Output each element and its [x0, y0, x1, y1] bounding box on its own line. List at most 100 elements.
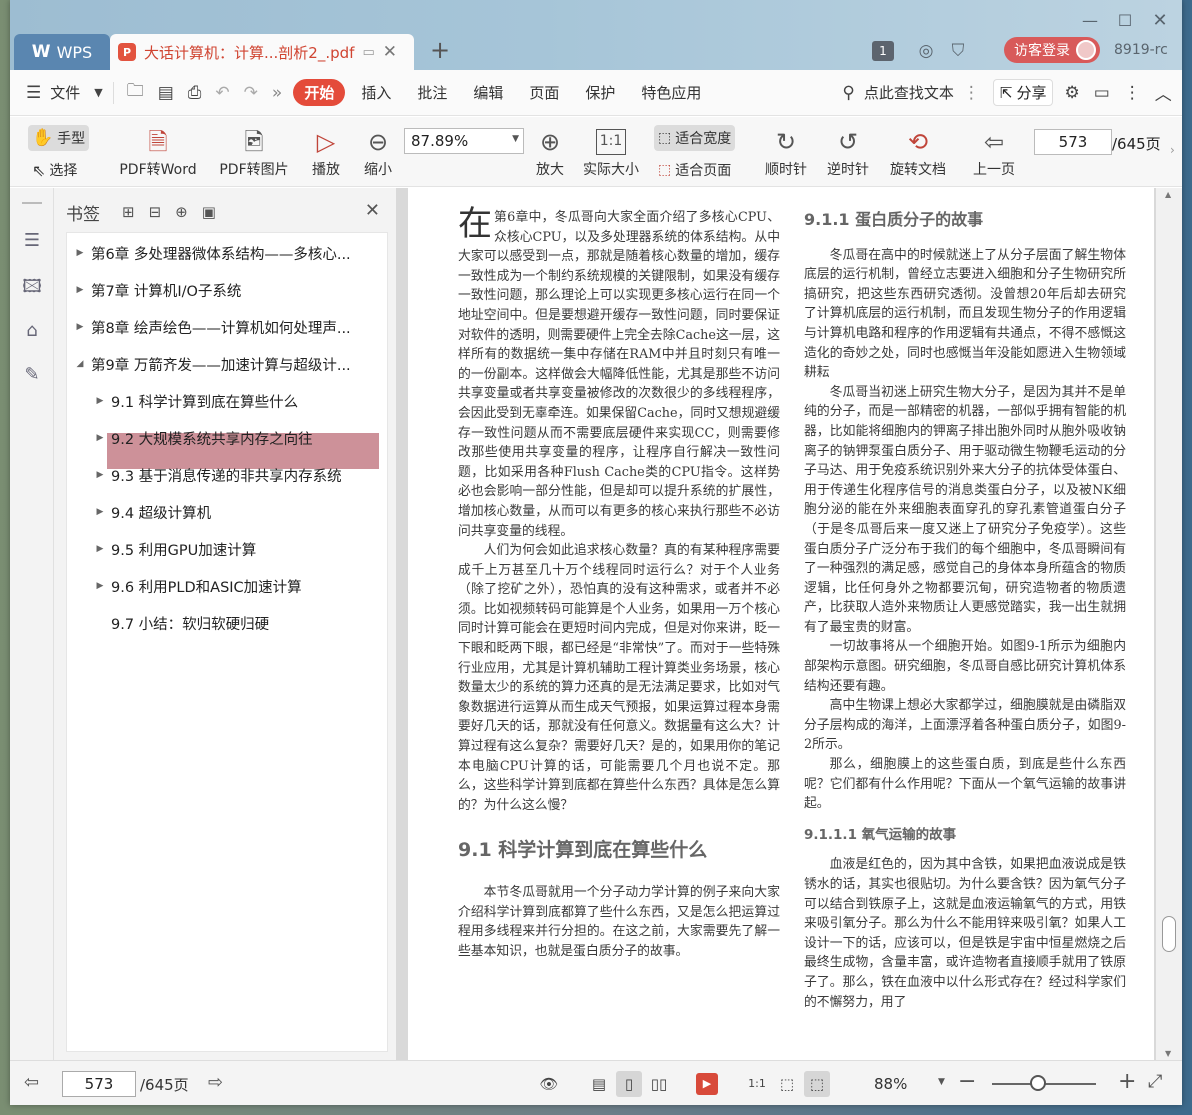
expand-arrow-icon[interactable]: ▶ — [89, 581, 111, 591]
tab-document[interactable]: P 大话计算机：计算...剖析2_.pdf ▭ ✕ — [110, 34, 414, 70]
scroll-thumb[interactable] — [1162, 916, 1176, 952]
vertical-scrollbar[interactable]: ▲ ▼ — [1156, 188, 1182, 1060]
actual-size-icon[interactable]: 1:1 — [744, 1071, 770, 1097]
tab-close-icon[interactable]: ✕ — [383, 42, 397, 62]
zoom-out-button[interactable]: ⊖ 缩小 — [356, 117, 400, 187]
two-page-icon[interactable]: ▯▯ — [646, 1071, 672, 1097]
scroll-down-icon[interactable]: ▼ — [1165, 1049, 1171, 1058]
close-window-icon[interactable]: ✕ — [1148, 10, 1172, 32]
fullscreen-icon[interactable]: ⤢ — [1148, 1071, 1162, 1092]
expand-arrow-icon[interactable]: ▶ — [89, 396, 111, 406]
bookmark-chapter-8[interactable]: ▶ 第8章 绘声绘色——计算机如何处理声... — [67, 310, 387, 344]
collapse-ribbon-icon[interactable]: ︿ — [1148, 80, 1179, 105]
maximize-icon[interactable]: ☐ — [1113, 10, 1137, 32]
shirt-icon[interactable]: ⛉ — [946, 39, 970, 63]
menu-tab-annotate[interactable]: 批注 — [407, 82, 457, 103]
hamburger-menu-icon[interactable]: ☰ — [10, 83, 48, 103]
menu-tab-protect[interactable]: 保护 — [575, 82, 625, 103]
previous-page-arrow-icon[interactable]: ⇦ — [24, 1072, 39, 1093]
pdf-to-word-button[interactable]: 🗎 PDF转Word — [112, 117, 204, 187]
search-text-button[interactable]: 点此查找文本 — [862, 82, 956, 103]
zoom-dropdown-chevron-icon[interactable]: ▼ — [938, 1077, 945, 1087]
thumbnail-image-icon[interactable]: 🖾 — [21, 274, 43, 297]
guest-login-button[interactable]: 访客登录 — [1004, 37, 1100, 63]
tab-monitor-icon[interactable]: ▭ — [362, 45, 374, 60]
fit-page-button[interactable]: ⬚ 适合页面 — [654, 157, 735, 183]
next-page-arrow-icon[interactable]: ⇨ — [208, 1072, 223, 1093]
open-folder-icon[interactable]: 🗀 — [120, 78, 151, 107]
bookmark-section-9-4[interactable]: ▶ 9.4 超级计算机 — [67, 495, 387, 529]
expand-arrow-icon[interactable]: ▶ — [89, 470, 111, 480]
expand-arrow-icon[interactable]: ▶ — [89, 507, 111, 517]
expand-arrow-icon[interactable]: ▶ — [69, 248, 91, 258]
fit-width-button[interactable]: ⬚ 适合宽度 — [654, 125, 736, 151]
menu-tab-page[interactable]: 页面 — [519, 82, 569, 103]
expand-arrow-icon[interactable]: ▶ — [69, 322, 91, 332]
add-bookmark-icon[interactable]: ⊕ — [175, 203, 188, 221]
menu-tab-edit[interactable]: 编辑 — [463, 82, 513, 103]
expand-arrow-icon[interactable]: ▶ — [89, 544, 111, 554]
bookmark-section-9-3[interactable]: ▶ 9.3 基于消息传递的非共享内存系统 — [67, 458, 387, 492]
actual-size-button[interactable]: 1:1 实际大小 — [578, 117, 644, 187]
settings-gear-icon[interactable]: ⚙ — [1057, 83, 1086, 103]
bookmark-chapter-7[interactable]: ▶ 第7章 计算机I/O子系统 — [67, 273, 387, 307]
document-viewport[interactable]: 在第6章中，冬瓜哥向大家全面介绍了多核心CPU、众核心CPU，以及多处理器系统的… — [396, 188, 1182, 1060]
print-icon[interactable]: ⎙ — [181, 83, 209, 103]
tab-wps-home[interactable]: W WPS — [14, 34, 110, 70]
eye-protection-icon[interactable]: 👁 — [536, 1071, 562, 1097]
zoom-in-button[interactable]: ⊕ 放大 — [528, 117, 572, 187]
annotation-icon[interactable]: ✎ — [21, 364, 43, 386]
expand-arrow-icon[interactable]: ▶ — [69, 285, 91, 295]
comment-icon[interactable]: ▭ — [1087, 83, 1117, 103]
menu-file[interactable]: 文件 — [48, 82, 90, 103]
toolbar-scroll-right-icon[interactable]: › — [1170, 143, 1175, 157]
minimize-icon[interactable]: — — [1078, 10, 1102, 32]
outline-list-icon[interactable]: ☰ — [21, 230, 43, 252]
bookmark-chapter-6[interactable]: ▶ 第6章 多处理器微体系结构——多核心... — [67, 236, 387, 270]
rotate-clockwise-button[interactable]: ↻ 顺时针 — [760, 117, 812, 187]
bookmark-section-9-6[interactable]: ▶ 9.6 利用PLD和ASIC加速计算 — [67, 569, 387, 603]
fit-page-status-icon[interactable]: ⬚ — [774, 1071, 800, 1097]
share-button[interactable]: ⇱ 分享 — [992, 79, 1054, 106]
zoom-slider-knob[interactable] — [1030, 1075, 1046, 1091]
play-slideshow-icon[interactable]: ▶ — [696, 1073, 718, 1095]
menu-tab-special[interactable]: 特色应用 — [631, 82, 711, 103]
page-number-input[interactable]: 573 — [1034, 129, 1112, 155]
previous-page-button[interactable]: ⇦ 上一页 — [968, 117, 1020, 187]
window-count-badge[interactable]: 1 — [872, 41, 894, 61]
select-tool-button[interactable]: ⇖ 选择 — [28, 157, 81, 183]
skin-theme-icon[interactable]: ◎ — [914, 39, 938, 63]
bookmark-section-9-5[interactable]: ▶ 9.5 利用GPU加速计算 — [67, 532, 387, 566]
zoom-in-plus-icon[interactable]: + — [1118, 1069, 1136, 1094]
menu-tab-start[interactable]: 开始 — [293, 79, 346, 106]
fit-width-status-icon[interactable]: ⬚ — [804, 1071, 830, 1097]
new-tab-plus-icon[interactable]: + — [430, 36, 450, 64]
expand-all-icon[interactable]: ⊞ — [122, 203, 135, 221]
bookmark-options-icon[interactable]: ▣ — [202, 203, 216, 221]
redo-icon[interactable]: ↷ — [237, 83, 265, 103]
play-button[interactable]: ▷ 播放 — [304, 117, 348, 187]
bookmark-section-9-1[interactable]: ▶ 9.1 科学计算到底在算些什么 — [67, 384, 387, 418]
collapse-all-icon[interactable]: ⊟ — [149, 203, 162, 221]
rotate-document-button[interactable]: ⟲ 旋转文档 — [884, 117, 952, 187]
hand-tool-button[interactable]: ✋ 手型 — [28, 125, 90, 151]
close-panel-icon[interactable]: ✕ — [365, 200, 380, 221]
zoom-dropdown[interactable]: 87.89% ▼ — [404, 128, 524, 154]
chevron-down-icon[interactable]: ▼ — [90, 86, 106, 99]
scroll-up-icon[interactable]: ▲ — [1165, 190, 1171, 199]
save-icon[interactable]: ▤ — [151, 83, 181, 103]
bookmark-chapter-9[interactable]: ◢ 第9章 万箭齐发——加速计算与超级计... — [67, 347, 387, 381]
bookmark-section-9-2[interactable]: ▶ 9.2 大规模系统共享内存之向往 — [67, 421, 387, 455]
more-vertical-icon[interactable]: ⋮ — [956, 83, 987, 103]
pdf-to-image-button[interactable]: 🖻 PDF转图片 — [212, 117, 296, 187]
undo-icon[interactable]: ↶ — [208, 83, 236, 103]
bookmark-section-9-7[interactable]: 9.7 小结：软归软硬归硬 — [67, 606, 387, 640]
more-chevrons-icon[interactable]: » — [265, 83, 289, 103]
menu-tab-insert[interactable]: 插入 — [351, 82, 401, 103]
collapse-arrow-icon[interactable]: ◢ — [69, 359, 91, 369]
rotate-counterclockwise-button[interactable]: ↺ 逆时针 — [822, 117, 874, 187]
zoom-out-minus-icon[interactable]: − — [958, 1069, 976, 1094]
bookmark-tag-icon[interactable]: ⌂ — [21, 320, 43, 342]
more-vertical-icon-2[interactable]: ⋮ — [1117, 83, 1148, 103]
single-page-scroll-icon[interactable]: ▤ — [586, 1071, 612, 1097]
